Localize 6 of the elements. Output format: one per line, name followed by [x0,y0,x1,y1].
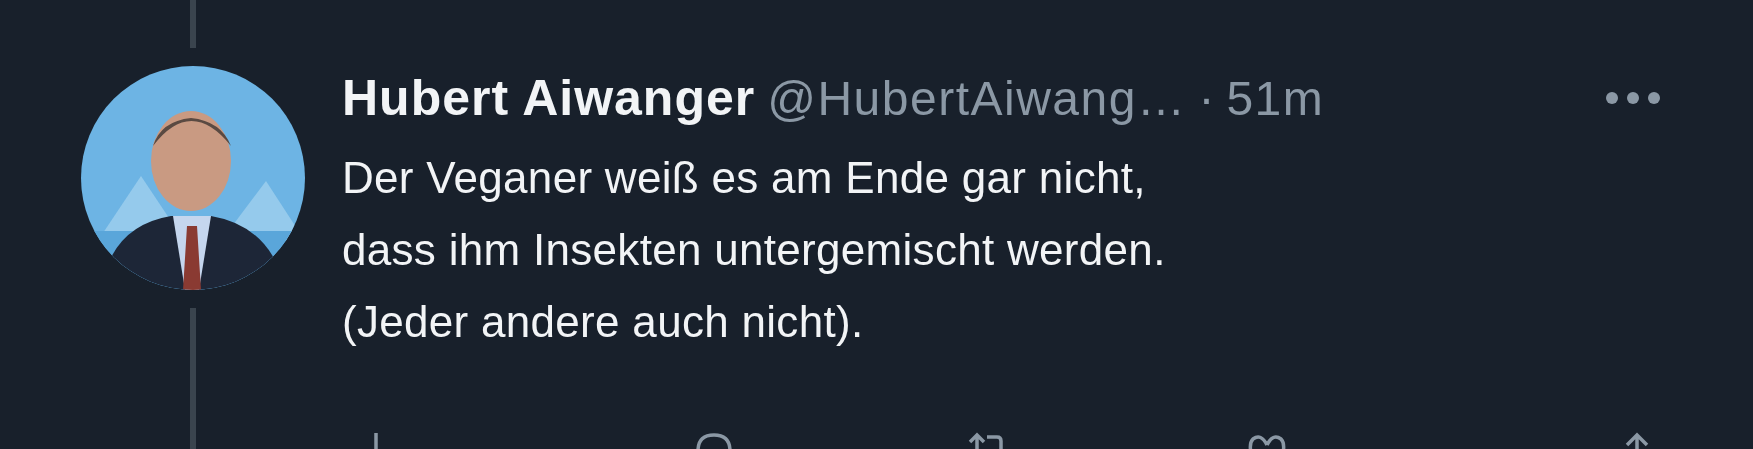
post-text: Der Veganer weiß es am Ende gar nicht, dass ihm Insekten untergemischt werden. (Jeder andere auch nicht). [342,152,1167,348]
author-handle[interactable]: @HubertAiwang… [767,70,1187,126]
author-name[interactable]: Hubert Aiwanger [342,69,756,127]
post-time[interactable]: 51m [1226,70,1325,126]
separator: · [1198,70,1215,126]
more-icon[interactable] [1605,91,1661,105]
